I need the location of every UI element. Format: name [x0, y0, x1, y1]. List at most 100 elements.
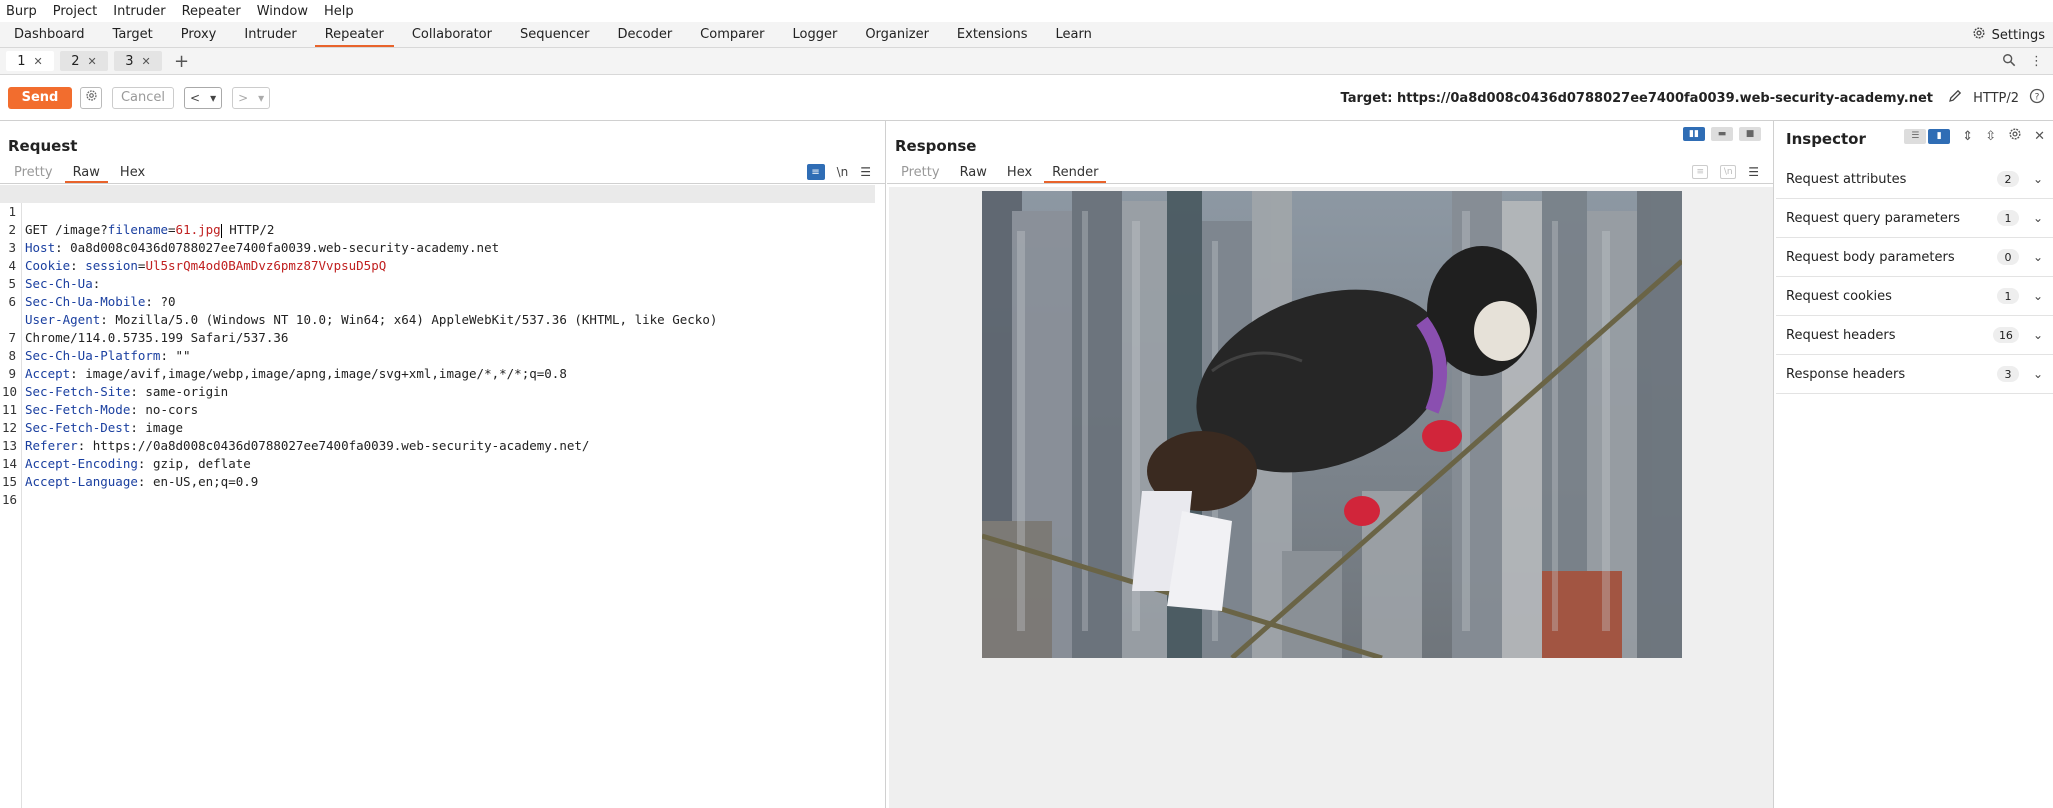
tab-pretty[interactable]: Pretty — [4, 161, 63, 183]
menu-icon[interactable]: ☰ — [1748, 165, 1759, 179]
header-line[interactable]: 7 Sec-Ch-Ua-Platform: "" — [0, 311, 875, 363]
repeater-tab-1[interactable]: 1 ✕ — [6, 51, 54, 71]
close-icon[interactable]: ✕ — [2034, 129, 2045, 144]
tab-collaborator[interactable]: Collaborator — [398, 22, 506, 47]
inspector-section-request-headers[interactable]: Request headers 16 ⌄ — [1776, 316, 2053, 355]
menu-repeater[interactable]: Repeater — [182, 4, 241, 19]
request-editor-tools: ≡ \n ☰ — [806, 161, 871, 183]
header-line[interactable]: 8 Accept: image/avif,image/webp,image/ap… — [0, 329, 875, 381]
newline-toggle[interactable]: \n — [837, 165, 849, 179]
chevron-down-icon[interactable]: ⌄ — [2033, 367, 2043, 381]
tab-target[interactable]: Target — [99, 22, 167, 47]
history-back-button[interactable]: < ▾ — [184, 86, 223, 109]
tab-extensions[interactable]: Extensions — [943, 22, 1042, 47]
menu-icon[interactable]: ☰ — [860, 165, 871, 179]
header-line[interactable]: 14 Accept-Language: en-US,en;q=0.9 — [0, 437, 875, 489]
send-options-button[interactable] — [80, 86, 102, 109]
repeater-tab-tools: ⋮ — [2002, 48, 2043, 75]
count-badge: 2 — [1996, 171, 2019, 187]
menu-window[interactable]: Window — [257, 4, 308, 19]
tab-intruder[interactable]: Intruder — [230, 22, 310, 47]
help-icon[interactable]: ? — [2029, 88, 2045, 108]
list-view-icon[interactable]: ☰ — [1904, 128, 1927, 144]
gear-icon[interactable] — [2008, 127, 2022, 145]
empty-line[interactable]: 16 — [0, 473, 875, 507]
single-view-icon[interactable]: ■ — [1739, 127, 1761, 141]
menu-project[interactable]: Project — [53, 4, 97, 19]
tab-repeater[interactable]: Repeater — [311, 22, 398, 47]
repeater-tab-3[interactable]: 3 ✕ — [114, 51, 162, 71]
edit-pencil-icon[interactable] — [1947, 88, 1963, 108]
panel-view-icon[interactable]: ▮ — [1928, 128, 1951, 144]
inspector-section-query-parameters[interactable]: Request query parameters 1 ⌄ — [1776, 199, 2053, 238]
header-line[interactable]: 13 Accept-Encoding: gzip, deflate — [0, 419, 875, 471]
tab-decoder[interactable]: Decoder — [603, 22, 686, 47]
menu-burp[interactable]: Burp — [6, 4, 37, 19]
http-version-label[interactable]: HTTP/2 — [1973, 91, 2019, 106]
repeater-tab-label: 1 — [17, 53, 26, 69]
response-pane: ▮▮ ▬ ■ Response Pretty Raw Hex Render ≡ … — [887, 121, 1774, 808]
chevron-down-icon[interactable]: ⌄ — [2033, 328, 2043, 342]
repeater-tab-2[interactable]: 2 ✕ — [60, 51, 108, 71]
tab-hex[interactable]: Hex — [110, 161, 155, 183]
header-line[interactable]: 11 Sec-Fetch-Dest: image — [0, 383, 875, 435]
inspector-section-body-parameters[interactable]: Request body parameters 0 ⌄ — [1776, 238, 2053, 277]
tab-raw[interactable]: Raw — [63, 161, 110, 183]
close-icon[interactable]: ✕ — [88, 55, 97, 68]
response-editor-tools: ≡ \n ☰ — [1692, 161, 1759, 183]
chevron-down-icon[interactable]: ▾ — [205, 91, 221, 105]
header-line[interactable]: 6 User-Agent: Mozilla/5.0 (Windows NT 10… — [0, 275, 875, 327]
inspector-section-response-headers[interactable]: Response headers 3 ⌄ — [1776, 355, 2053, 394]
header-line[interactable]: 9 Sec-Fetch-Site: same-origin — [0, 347, 875, 399]
settings-button[interactable]: Settings — [1972, 22, 2045, 48]
close-icon[interactable]: ✕ — [34, 55, 43, 68]
tab-sequencer[interactable]: Sequencer — [506, 22, 603, 47]
empty-line[interactable]: 15 — [0, 455, 875, 489]
inspector-layout-toggle: ☰ ▮ — [1904, 128, 1951, 144]
split-vertical-icon[interactable]: ▮▮ — [1683, 127, 1705, 141]
request-line[interactable]: 1 GET /image?filename=61.jpg HTTP/2 — [0, 185, 875, 238]
tab-dashboard[interactable]: Dashboard — [0, 22, 99, 47]
add-tab-icon[interactable]: + — [174, 51, 189, 72]
search-icon[interactable] — [2002, 53, 2016, 71]
chevron-down-icon[interactable]: ⌄ — [2033, 289, 2043, 303]
more-vertical-icon[interactable]: ⋮ — [2030, 54, 2043, 69]
cancel-button[interactable]: Cancel — [112, 86, 174, 109]
send-button[interactable]: Send — [8, 86, 72, 109]
tab-raw[interactable]: Raw — [950, 161, 997, 183]
tab-render[interactable]: Render — [1042, 161, 1108, 183]
tab-organizer[interactable]: Organizer — [851, 22, 943, 47]
tab-comparer[interactable]: Comparer — [686, 22, 778, 47]
chevron-down-icon[interactable]: ▾ — [253, 91, 269, 105]
tab-proxy[interactable]: Proxy — [167, 22, 231, 47]
tab-logger[interactable]: Logger — [779, 22, 852, 47]
repeater-tab-label: 2 — [71, 53, 80, 69]
line-number: 16 — [2, 492, 18, 507]
chevron-down-icon[interactable]: ⌄ — [2033, 250, 2043, 264]
close-icon[interactable]: ✕ — [142, 55, 151, 68]
header-line[interactable]: 12 Referer: https://0a8d008c0436d0788027… — [0, 401, 875, 453]
split-horizontal-icon[interactable]: ▬ — [1711, 127, 1733, 141]
header-line-wrapped[interactable]: Chrome/114.0.5735.199 Safari/537.36 — [0, 293, 875, 345]
header-line[interactable]: 10 Sec-Fetch-Mode: no-cors — [0, 365, 875, 417]
inspector-section-request-cookies[interactable]: Request cookies 1 ⌄ — [1776, 277, 2053, 316]
section-label: Request body parameters — [1786, 249, 1955, 265]
request-editor[interactable]: 1 GET /image?filename=61.jpg HTTP/2 2 Ho… — [0, 185, 885, 808]
header-line[interactable]: 2 Host: 0a8d008c0436d0788027ee7400fa0039… — [0, 203, 875, 255]
request-pane: Request Pretty Raw Hex ≡ \n ☰ 1 GET /ima… — [0, 121, 886, 808]
menu-intruder[interactable]: Intruder — [113, 4, 165, 19]
menu-help[interactable]: Help — [324, 4, 354, 19]
tab-pretty[interactable]: Pretty — [891, 161, 950, 183]
tab-hex[interactable]: Hex — [997, 161, 1042, 183]
history-forward-button[interactable]: > ▾ — [232, 86, 271, 109]
chevron-down-icon[interactable]: ⌄ — [2033, 172, 2043, 186]
collapse-all-icon[interactable]: ⇳ — [1985, 129, 1996, 144]
chevron-down-icon[interactable]: ⌄ — [2033, 211, 2043, 225]
tab-learn[interactable]: Learn — [1042, 22, 1106, 47]
header-line[interactable]: 5 Sec-Ch-Ua-Mobile: ?0 — [0, 257, 875, 309]
inspector-section-request-attributes[interactable]: Request attributes 2 ⌄ — [1776, 160, 2053, 199]
word-wrap-icon[interactable]: ≡ — [806, 164, 825, 180]
header-line[interactable]: 3 Cookie: session=Ul5srQm4od0BAmDvz6pmz8… — [0, 221, 875, 273]
header-line[interactable]: 4 Sec-Ch-Ua: — [0, 239, 875, 291]
expand-all-icon[interactable]: ⇕ — [1962, 129, 1973, 144]
